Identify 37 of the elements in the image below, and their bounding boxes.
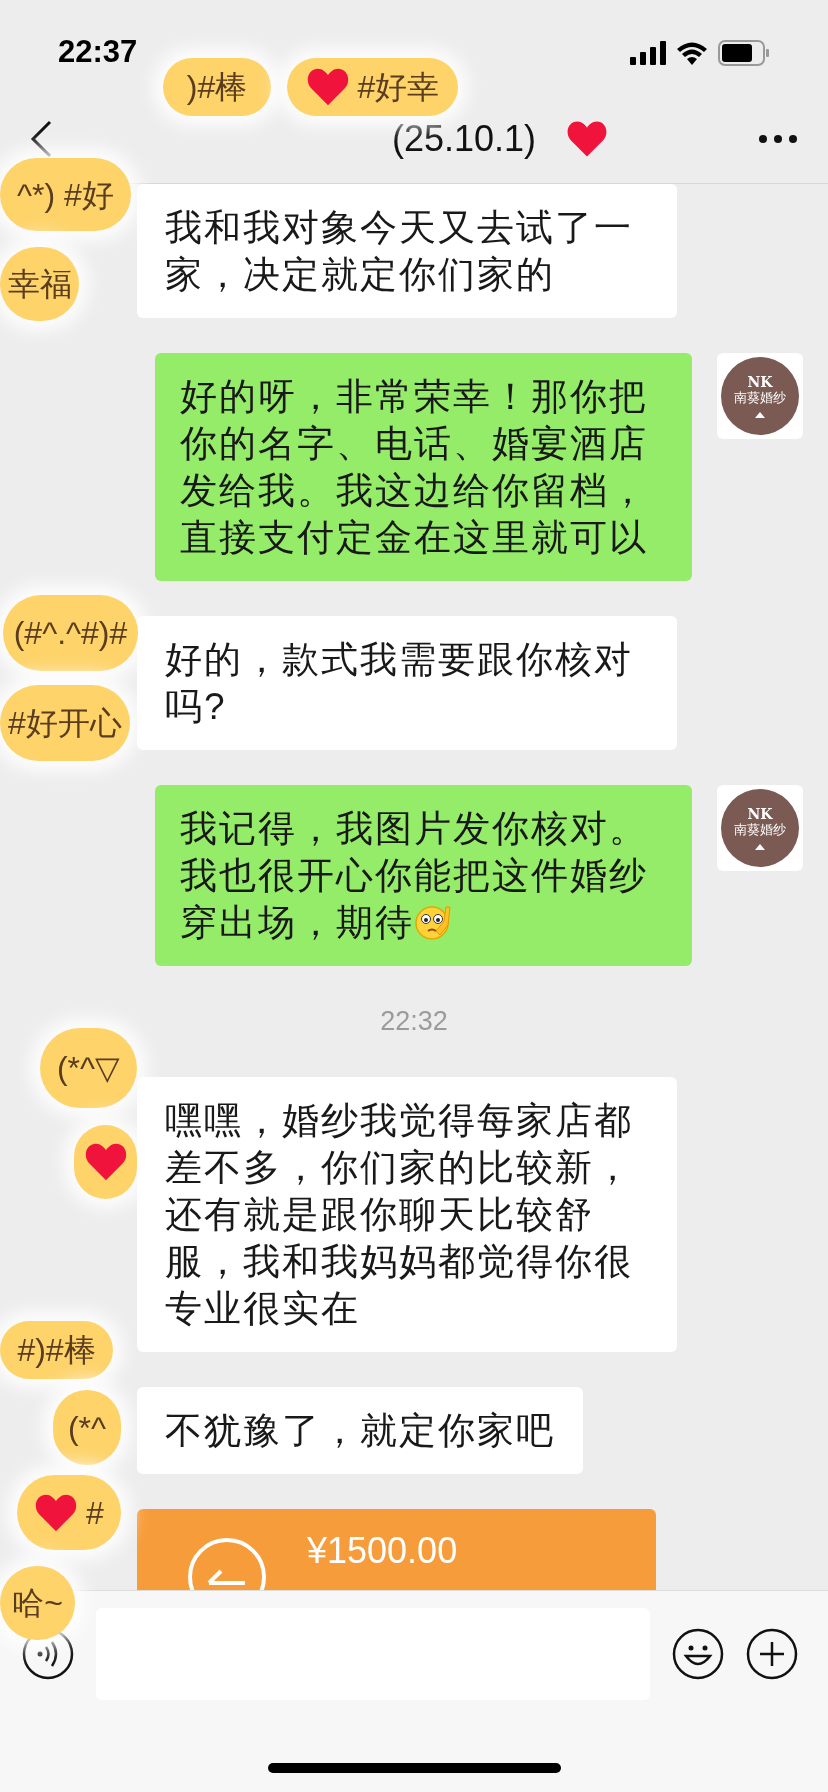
logo-mark: NK bbox=[747, 374, 773, 390]
brand-name: 南葵婚纱 bbox=[734, 390, 786, 406]
signal-icon bbox=[630, 40, 666, 65]
message-bubble: 我记得，我图片发你核对。我也很开心你能把这件婚纱穿出场，期待 bbox=[155, 785, 692, 966]
sticker-text: ^*) #好 bbox=[17, 175, 114, 215]
sticker-text: # bbox=[86, 1493, 104, 1533]
message-bubble: 不犹豫了，就定你家吧 bbox=[137, 1386, 583, 1474]
message-bubble: 我和我对象今天又去试了一家，决定就定你们家的 bbox=[137, 184, 677, 318]
transfer-amount: ¥1500.00 bbox=[307, 1530, 458, 1571]
sticker-text: (*^▽ bbox=[56, 1049, 121, 1088]
avatar[interactable]: NK 南葵婚纱 bbox=[717, 785, 803, 871]
chat-title: (25.10.1) bbox=[392, 117, 537, 161]
sticker-text: #好开心 bbox=[8, 704, 122, 743]
logo-mark: NK bbox=[747, 806, 773, 822]
sticker-text: #好幸 bbox=[357, 68, 440, 107]
message-bubble: 好的，款式我需要跟你核对吗? bbox=[137, 616, 677, 750]
timestamp: 22:32 bbox=[380, 1005, 448, 1038]
battery-icon bbox=[718, 39, 770, 66]
message-bubble: 好的呀，非常荣幸！那你把你的名字、电话、婚宴酒店发给我。我这边给你留档，直接支付定金在这里就可以 bbox=[155, 353, 692, 581]
sticker-text: #)#棒 bbox=[17, 1331, 96, 1370]
sticker-text: (*^ bbox=[67, 1408, 107, 1448]
emoji-icon[interactable] bbox=[672, 1628, 724, 1680]
plus-icon[interactable] bbox=[746, 1628, 798, 1680]
sticker-text: 哈~ bbox=[12, 1584, 63, 1623]
sticker-text: (#^.^#)# bbox=[13, 614, 128, 653]
sticker-text: )#棒 bbox=[186, 68, 248, 107]
wifi-icon bbox=[676, 40, 708, 65]
more-icon[interactable] bbox=[758, 134, 798, 144]
status-time: 22:37 bbox=[58, 33, 138, 72]
back-icon[interactable] bbox=[30, 120, 52, 158]
heart-icon bbox=[566, 119, 609, 159]
triangle-icon bbox=[755, 412, 765, 418]
avatar[interactable]: NK 南葵婚纱 bbox=[717, 353, 803, 439]
message-bubble: 嘿嘿，婚纱我觉得每家店都差不多，你们家的比较新，还有就是跟你聊天比较舒服，我和我妈妈都觉得你很专业很实在 bbox=[137, 1076, 677, 1352]
sticker-text: 幸福 bbox=[7, 265, 72, 304]
triangle-icon bbox=[755, 844, 765, 850]
brand-name: 南葵婚纱 bbox=[734, 822, 786, 838]
